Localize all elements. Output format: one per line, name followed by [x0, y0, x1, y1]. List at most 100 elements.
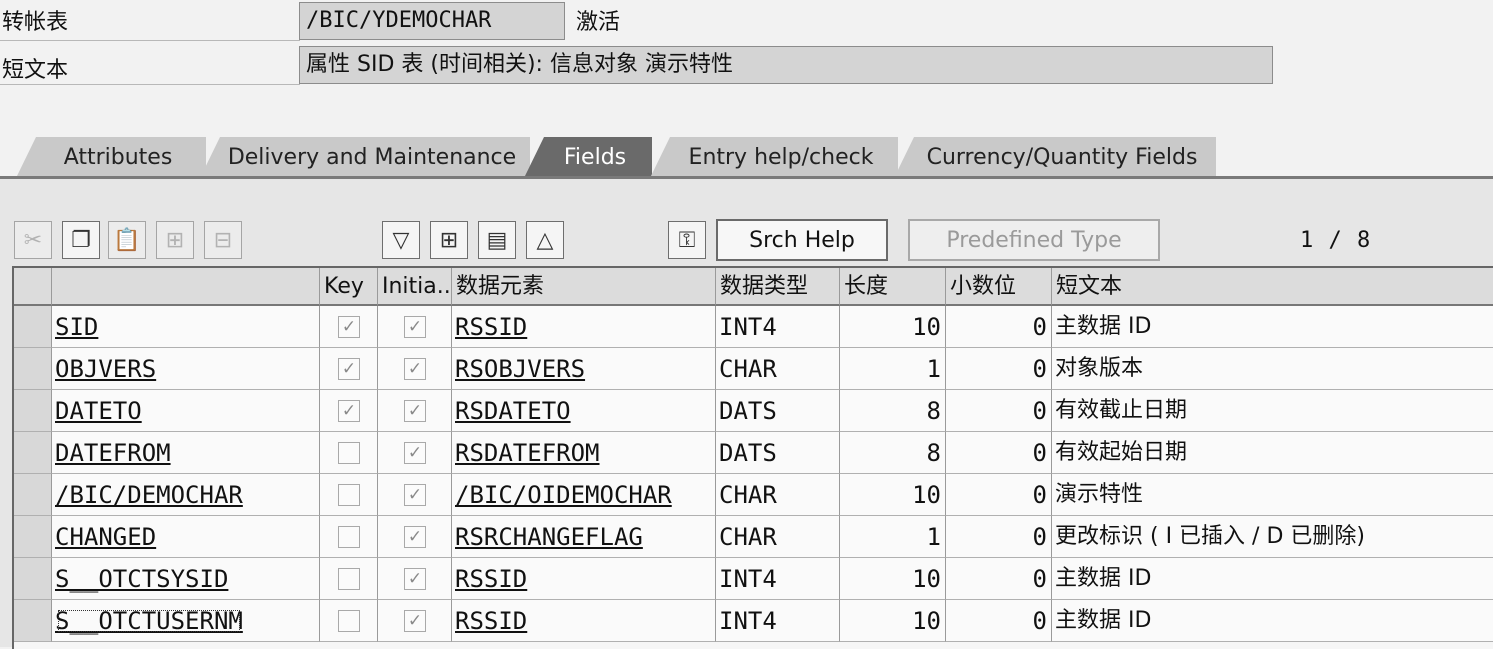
field-name-cell[interactable]: DATEFROM [52, 432, 320, 474]
field-name-cell[interactable]: S__OTCTSYSID [52, 558, 320, 600]
length-cell[interactable]: 10 [840, 306, 946, 348]
row-selector[interactable] [14, 474, 52, 516]
length-cell[interactable]: 1 [840, 516, 946, 558]
srch-help-button[interactable]: Srch Help [716, 219, 888, 261]
checkbox-unchecked[interactable] [338, 610, 360, 632]
field-name-cell[interactable]: SID [52, 306, 320, 348]
checkbox-checked[interactable]: ✓ [404, 568, 426, 590]
filter-down-icon[interactable]: ▽ [382, 221, 420, 259]
decimals-cell[interactable]: 0 [946, 516, 1052, 558]
checkbox-checked[interactable]: ✓ [404, 526, 426, 548]
length-cell[interactable]: 1 [840, 348, 946, 390]
short-text-cell[interactable]: 主数据 ID [1052, 558, 1493, 600]
checkbox-checked[interactable]: ✓ [404, 484, 426, 506]
select-all-header[interactable] [14, 268, 52, 306]
checkbox-checked[interactable]: ✓ [338, 316, 360, 338]
data-element-cell[interactable]: RSSID [452, 306, 716, 348]
predefined-type-button[interactable]: Predefined Type [908, 219, 1160, 261]
row-selector[interactable] [14, 558, 52, 600]
data-type-cell[interactable]: INT4 [716, 306, 840, 348]
data-type-cell[interactable]: DATS [716, 390, 840, 432]
short-text-cell[interactable]: 主数据 ID [1052, 600, 1493, 642]
checkbox-checked[interactable]: ✓ [338, 400, 360, 422]
short-text-field[interactable]: 属性 SID 表 (时间相关): 信息对象 演示特性 [299, 46, 1273, 84]
col-data-element[interactable]: 数据元素 [452, 268, 716, 306]
data-element-value[interactable]: RSOBJVERS [455, 355, 585, 383]
short-text-cell[interactable]: 更改标识 ( I 已插入 / D 已删除) [1052, 516, 1493, 558]
field-name-value[interactable]: S__OTCTSYSID [55, 565, 228, 593]
checkbox-unchecked[interactable] [338, 484, 360, 506]
row-selector[interactable] [14, 348, 52, 390]
data-element-value[interactable]: RSSID [455, 313, 527, 341]
field-name-value[interactable]: SID [55, 313, 98, 341]
field-name-value[interactable]: CHANGED [55, 523, 156, 551]
decimals-cell[interactable]: 0 [946, 432, 1052, 474]
insert-row-icon[interactable]: ⊞ [156, 221, 194, 259]
col-short-text[interactable]: 短文本 [1052, 268, 1493, 306]
col-data-type[interactable]: 数据类型 [716, 268, 840, 306]
col-key[interactable]: Key [320, 268, 378, 306]
field-name-cell[interactable]: S__OTCTUSERNM [52, 600, 320, 642]
data-type-cell[interactable]: DATS [716, 432, 840, 474]
short-text-cell[interactable]: 有效截止日期 [1052, 390, 1493, 432]
table-name-field[interactable]: /BIC/YDEMOCHAR [299, 2, 565, 40]
data-element-cell[interactable]: RSOBJVERS [452, 348, 716, 390]
checkbox-checked[interactable]: ✓ [404, 610, 426, 632]
length-cell[interactable]: 10 [840, 558, 946, 600]
tab-currency-quantity-fields[interactable]: Currency/Quantity Fields [894, 137, 1216, 178]
decimals-cell[interactable]: 0 [946, 474, 1052, 516]
data-element-value[interactable]: RSDATETO [455, 397, 571, 425]
data-element-cell[interactable]: /BIC/OIDEMOCHAR [452, 474, 716, 516]
row-selector[interactable] [14, 306, 52, 348]
checkbox-checked[interactable]: ✓ [338, 358, 360, 380]
checkbox-checked[interactable]: ✓ [404, 442, 426, 464]
tab-attributes[interactable]: Attributes [16, 137, 206, 178]
data-element-value[interactable]: RSRCHANGEFLAG [455, 523, 643, 551]
field-name-value[interactable]: /BIC/DEMOCHAR [55, 481, 243, 509]
tab-entry-help-check[interactable]: Entry help/check [650, 137, 898, 178]
length-cell[interactable]: 10 [840, 600, 946, 642]
data-element-value[interactable]: RSDATEFROM [455, 439, 600, 467]
data-element-cell[interactable]: RSDATEFROM [452, 432, 716, 474]
row-selector[interactable] [14, 600, 52, 642]
col-decimals[interactable]: 小数位 [946, 268, 1052, 306]
row-selector[interactable] [14, 516, 52, 558]
paste-icon[interactable]: 📋 [108, 221, 146, 259]
data-element-cell[interactable]: RSDATETO [452, 390, 716, 432]
field-name-cell[interactable]: OBJVERS [52, 348, 320, 390]
data-type-cell[interactable]: INT4 [716, 558, 840, 600]
short-text-cell[interactable]: 对象版本 [1052, 348, 1493, 390]
col-length[interactable]: 长度 [840, 268, 946, 306]
decimals-cell[interactable]: 0 [946, 306, 1052, 348]
data-element-value[interactable]: RSSID [455, 565, 527, 593]
field-name-value[interactable]: OBJVERS [55, 355, 156, 383]
data-element-cell[interactable]: RSSID [452, 558, 716, 600]
checkbox-checked[interactable]: ✓ [404, 316, 426, 338]
length-cell[interactable]: 8 [840, 390, 946, 432]
decimals-cell[interactable]: 0 [946, 600, 1052, 642]
table-icon[interactable]: ▤ [478, 221, 516, 259]
row-selector[interactable] [14, 390, 52, 432]
data-element-cell[interactable]: RSRCHANGEFLAG [452, 516, 716, 558]
delete-row-icon[interactable]: ⊟ [204, 221, 242, 259]
filter-up-icon[interactable]: △ [526, 221, 564, 259]
data-type-cell[interactable]: INT4 [716, 600, 840, 642]
short-text-cell[interactable]: 主数据 ID [1052, 306, 1493, 348]
checkbox-unchecked[interactable] [338, 442, 360, 464]
copy-icon[interactable]: ❐ [62, 221, 100, 259]
field-name-cell[interactable]: DATETO [52, 390, 320, 432]
data-type-cell[interactable]: CHAR [716, 348, 840, 390]
data-element-value[interactable]: /BIC/OIDEMOCHAR [455, 481, 672, 509]
field-name-value[interactable]: S__OTCTUSERNM [55, 607, 243, 635]
length-cell[interactable]: 8 [840, 432, 946, 474]
field-name-cell[interactable]: CHANGED [52, 516, 320, 558]
decimals-cell[interactable]: 0 [946, 558, 1052, 600]
checkbox-checked[interactable]: ✓ [404, 358, 426, 380]
tab-delivery-and-maintenance[interactable]: Delivery and Maintenance [200, 137, 530, 178]
col-field-name[interactable] [52, 268, 320, 306]
length-cell[interactable]: 10 [840, 474, 946, 516]
short-text-cell[interactable]: 有效起始日期 [1052, 432, 1493, 474]
key-icon[interactable]: ⚿ [668, 221, 706, 259]
checkbox-checked[interactable]: ✓ [404, 400, 426, 422]
short-text-cell[interactable]: 演示特性 [1052, 474, 1493, 516]
